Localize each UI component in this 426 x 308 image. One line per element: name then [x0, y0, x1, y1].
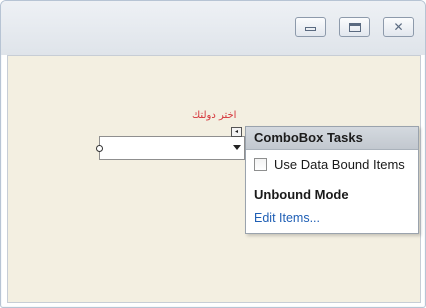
- maximize-icon: [348, 22, 361, 32]
- dropdown-arrow-icon[interactable]: [233, 145, 241, 150]
- maximize-button[interactable]: [339, 17, 370, 37]
- unbound-mode-heading: Unbound Mode: [254, 187, 349, 202]
- country-label[interactable]: اختر دولتك: [192, 110, 236, 121]
- designer-window: ✕ اختر دولتك ◂ ComboBox Tasks Use Data B…: [0, 0, 426, 308]
- use-data-bound-label[interactable]: Use Data Bound Items: [274, 157, 405, 172]
- smart-tag-icon[interactable]: ◂: [231, 127, 242, 137]
- minimize-button[interactable]: [295, 17, 326, 37]
- tasks-panel-title: ComboBox Tasks: [246, 127, 418, 150]
- use-data-bound-checkbox[interactable]: [254, 158, 267, 171]
- edit-items-link[interactable]: Edit Items...: [254, 211, 320, 225]
- resize-grip-icon[interactable]: [96, 145, 103, 152]
- use-data-bound-row[interactable]: Use Data Bound Items: [254, 157, 405, 172]
- close-icon: ✕: [393, 20, 404, 34]
- close-button[interactable]: ✕: [383, 17, 414, 37]
- title-bar[interactable]: ✕: [1, 1, 425, 55]
- combobox-tasks-panel: ComboBox Tasks Use Data Bound Items Unbo…: [245, 126, 419, 234]
- country-combobox[interactable]: [96, 136, 245, 160]
- minimize-icon: [305, 27, 316, 31]
